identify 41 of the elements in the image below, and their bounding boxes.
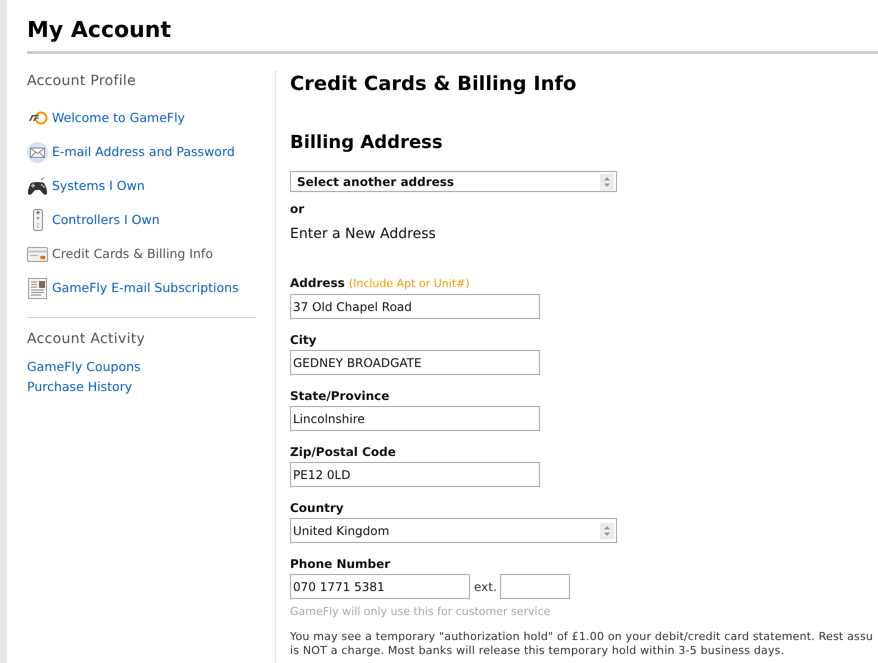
sidebar-heading: Account Profile [27,72,138,90]
text-field[interactable]: GEDNEY BROADGATE [290,350,540,375]
ext-label: ext. [474,580,497,594]
sidebar-link[interactable]: Systems I Own [52,176,145,196]
or-text: or [290,201,304,217]
ring-logo-icon [27,111,48,125]
extension-field[interactable] [500,574,570,599]
sidebar-heading: Account Activity [27,330,146,348]
text-field[interactable]: Lincolnshire [290,406,540,431]
page-title: My Account [27,17,878,54]
text-field[interactable]: PE12 0LD [290,462,540,487]
new-address-subtitle: Enter a New Address [290,225,436,243]
credit-card-icon [27,246,48,262]
sidebar-link[interactable]: GameFly E-mail Subscriptions [52,278,239,298]
up-down-arrows-icon [600,173,614,190]
envelope-icon [27,142,48,162]
field-label: State/Province [290,389,390,403]
remote-controller-icon [32,209,42,231]
authorization-notice: You may see a temporary "authorization hold" of £1.00 on your debit/credit card statement. Rest assu is NOT a charge. Most banks will release this temporary hold within 3-5 business days. [290,630,874,658]
sidebar-link[interactable]: Purchase History [27,377,132,397]
gamepad-icon [27,176,48,196]
text-field[interactable]: 37 Old Chapel Road [290,294,540,319]
up-down-arrows-icon [600,522,614,539]
field-hint: GameFly will only use this for customer service [290,605,550,619]
field-label: Phone Number [290,557,390,571]
sidebar-link[interactable]: GameFly Coupons [27,357,141,377]
field-label: Country [290,501,344,515]
billing-address-heading: Billing Address [290,131,443,155]
sidebar-link[interactable]: Credit Cards & Billing Info [52,244,213,264]
address-select[interactable]: Select another address [290,171,617,192]
field-note: (Include Apt or Unit#) [348,277,470,291]
sidebar-link[interactable]: Controllers I Own [52,210,160,230]
newsletter-icon [28,278,47,298]
field-label: Zip/Postal Code [290,445,396,459]
field-label: City [290,333,316,347]
phone-field[interactable]: 070 1771 5381 [290,574,470,599]
section-title: Credit Cards & Billing Info [290,71,576,97]
sidebar-link[interactable]: Welcome to GameFly [52,108,185,128]
field-label: Address [290,276,345,290]
country-select[interactable]: United Kingdom [290,518,617,543]
sidebar-link[interactable]: E-mail Address and Password [52,142,235,162]
